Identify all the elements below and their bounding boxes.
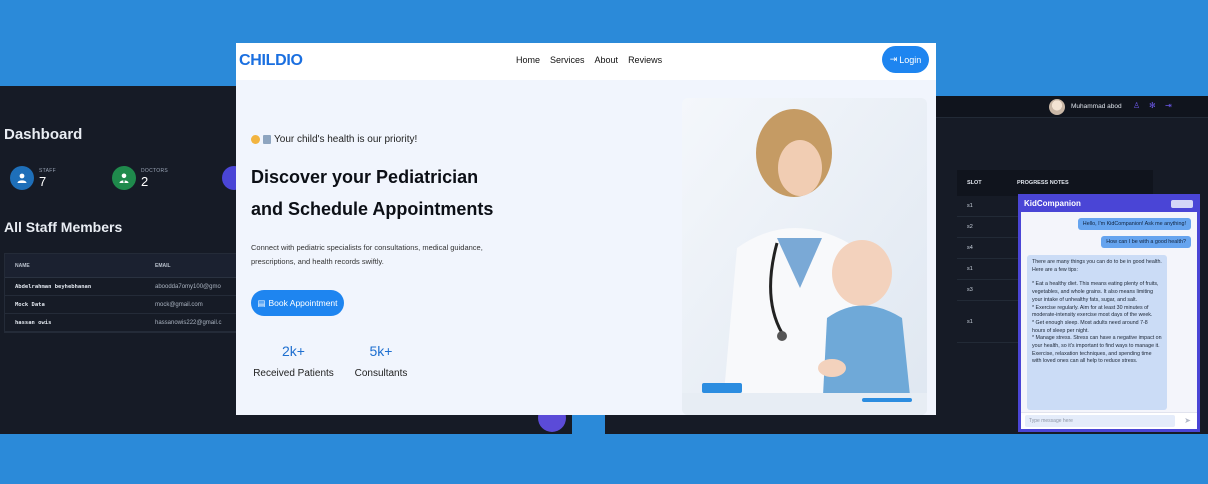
table-header: SLOT PROGRESS NOTES (957, 170, 1153, 196)
chat-input-row: Type message here ➤ (1021, 412, 1197, 429)
staff-name: hassan owis (15, 319, 52, 326)
nav-home[interactable]: Home (516, 55, 540, 65)
avatar[interactable] (1049, 99, 1065, 115)
answer-line: * Get enough sleep. Most adults need aro… (1032, 319, 1148, 334)
stat-value: 7 (39, 173, 47, 189)
stat-doctors: DOCTORS 2 (112, 166, 168, 190)
dashboard-title: Dashboard (4, 126, 83, 143)
doctor-with-baby-image (682, 98, 927, 415)
gear-icon[interactable]: ✻ (1149, 101, 1156, 110)
nav-links: Home Services About Reviews (516, 55, 662, 65)
column-header: EMAIL (155, 262, 171, 269)
stat-patients: 2k+ Received Patients (251, 343, 336, 379)
chat-close-button[interactable] (1171, 200, 1193, 208)
staff-email: mock@gmail.com (155, 301, 203, 308)
hero-tagline: Your child's health is our priority! (251, 134, 417, 145)
table-header: NAME EMAIL (5, 254, 243, 278)
calendar-icon: ▤ (257, 297, 266, 308)
answer-line: * Eat a healthy diet. This means eating … (1032, 281, 1159, 303)
nav-reviews[interactable]: Reviews (628, 55, 662, 65)
doctor-icon (112, 166, 136, 190)
column-header: NAME (15, 262, 30, 269)
chat-message-input[interactable]: Type message here (1025, 415, 1175, 427)
answer-line: * Manage stress. Stress can have a negat… (1032, 335, 1162, 365)
stat-value: 2k+ (282, 343, 305, 359)
clipboard-icon (263, 135, 271, 144)
hero-headline: Discover your Pediatrician and Schedule … (251, 161, 551, 225)
logout-icon[interactable]: ⇥ (1165, 101, 1172, 110)
table-row[interactable]: Abdelrahman beyhebhanan aboodda7omy100@g… (5, 278, 243, 296)
staff-email: hassanowis222@gmail.c (155, 319, 222, 326)
navbar: CHILDIO Home Services About Reviews ⇥ Lo… (236, 43, 936, 80)
chat-message-bot-answer: There are many things you can do to be i… (1027, 255, 1167, 410)
chat-message-user: How can I be with a good health? (1101, 236, 1191, 248)
answer-line: There are many things you can do to be i… (1032, 259, 1162, 273)
nav-services[interactable]: Services (550, 55, 585, 65)
stat-consultants: 5k+ Consultants (351, 343, 411, 379)
chat-message-bot-greeting: Hello, I'm KidCompanion! Ask me anything… (1077, 218, 1191, 230)
stat-staff: STAFF 7 (10, 166, 56, 190)
profile-icon[interactable]: ♙ (1133, 101, 1140, 110)
answer-line: * Exercise regularly. Aim for at least 3… (1032, 304, 1153, 319)
chat-messages: Hello, I'm KidCompanion! Ask me anything… (1021, 212, 1197, 412)
childio-landing-page: CHILDIO Home Services About Reviews ⇥ Lo… (236, 43, 936, 415)
login-icon: ⇥ (889, 54, 898, 64)
staff-name: Mock Data (15, 301, 45, 308)
column-header: SLOT (967, 180, 982, 186)
kidcompanion-chat-window: KidCompanion Hello, I'm KidCompanion! As… (1018, 194, 1200, 432)
slot-cell: s3 (967, 287, 973, 293)
book-appointment-label: Book Appointment (268, 298, 338, 308)
staff-email: aboodda7omy100@gmo (155, 283, 221, 290)
login-button[interactable]: ⇥ Login (882, 46, 929, 73)
stat-label: DOCTORS (141, 167, 169, 174)
baby-icon (251, 135, 260, 144)
chat-title: KidCompanion (1024, 199, 1081, 208)
headline-line: Discover your Pediatrician (251, 167, 479, 187)
staff-section-title: All Staff Members (4, 219, 123, 235)
table-row[interactable]: hassan owis hassanowis222@gmail.c (5, 314, 243, 332)
stat-value: 2 (141, 173, 149, 189)
logo[interactable]: CHILDIO (239, 52, 303, 70)
staff-table: NAME EMAIL Abdelrahman beyhebhanan abood… (4, 253, 244, 333)
chat-header: KidCompanion (1021, 197, 1197, 212)
answer-line (1032, 274, 1162, 281)
tagline-text: Your child's health is our priority! (274, 134, 418, 145)
slot-cell: s1 (967, 318, 973, 325)
send-icon[interactable]: ➤ (1184, 416, 1191, 425)
table-row[interactable]: Mock Data mock@gmail.com (5, 296, 243, 314)
user-name: Muhammad abod (1071, 103, 1122, 110)
slot-cell: s1 (967, 266, 973, 272)
slot-cell: s1 (967, 203, 973, 209)
slot-cell: s4 (967, 245, 973, 251)
user-icon (10, 166, 34, 190)
book-appointment-button[interactable]: ▤ Book Appointment (251, 290, 344, 316)
stat-label: STAFF (39, 167, 56, 174)
stat-label: Consultants (354, 368, 408, 379)
column-header: PROGRESS NOTES (1017, 180, 1069, 186)
hero-description: Connect with pediatric specialists for c… (251, 243, 483, 266)
nav-about[interactable]: About (595, 55, 619, 65)
stat-label: Received Patients (253, 368, 334, 379)
login-label: Login (899, 54, 922, 65)
stat-value: 5k+ (369, 343, 393, 359)
slot-cell: s2 (967, 224, 973, 230)
staff-name: Abdelrahman beyhebhanan (15, 283, 92, 290)
headline-line: and Schedule Appointments (251, 199, 494, 219)
